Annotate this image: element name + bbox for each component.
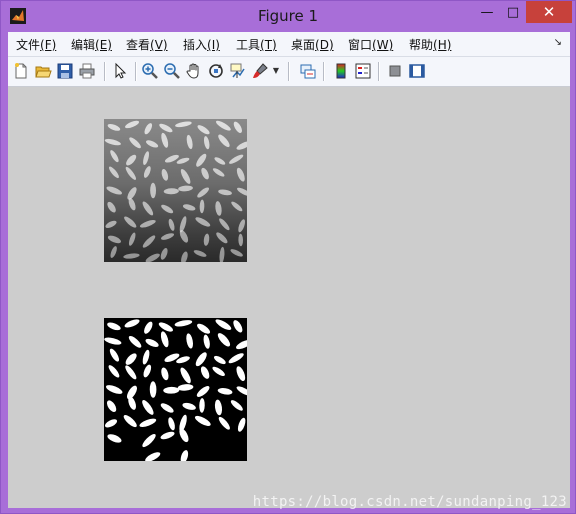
pan-hand-icon[interactable] <box>185 62 203 80</box>
data-cursor-icon[interactable] <box>229 62 247 80</box>
figure-canvas <box>8 87 570 508</box>
rotate-3d-icon[interactable] <box>207 62 225 80</box>
toolbar: ▼ <box>8 57 570 87</box>
menu-help[interactable]: 帮助(H) <box>409 36 451 53</box>
save-icon[interactable] <box>56 62 74 80</box>
toolbar-separator <box>135 62 137 81</box>
zoom-in-icon[interactable] <box>141 62 159 80</box>
menu-window[interactable]: 窗口(W) <box>348 36 393 53</box>
colorbar-icon[interactable] <box>332 62 350 80</box>
menu-insert[interactable]: 插入(I) <box>183 36 220 53</box>
show-plot-tools-icon[interactable] <box>408 62 426 80</box>
new-figure-icon[interactable] <box>12 62 30 80</box>
binary-rice-image[interactable] <box>104 318 252 464</box>
menu-desktop[interactable]: 桌面(D) <box>291 36 334 53</box>
select-pointer-icon[interactable] <box>111 62 129 80</box>
watermark-text: https://blog.csdn.net/sundanping_123 <box>252 494 567 510</box>
toolbar-separator <box>104 62 106 81</box>
open-file-icon[interactable] <box>34 62 52 80</box>
legend-icon[interactable] <box>354 62 372 80</box>
menu-view[interactable]: 查看(V) <box>126 36 168 53</box>
toolbar-separator <box>378 62 380 81</box>
hide-plot-tools-icon[interactable] <box>386 62 404 80</box>
maximize-button[interactable]: □ <box>501 1 525 23</box>
toolbar-separator <box>323 62 325 81</box>
title-bar[interactable]: Figure 1 — □ ✕ <box>1 1 575 31</box>
dock-arrow-icon[interactable]: ↘ <box>554 37 562 48</box>
zoom-out-icon[interactable] <box>163 62 181 80</box>
print-icon[interactable] <box>78 62 96 80</box>
close-button[interactable]: ✕ <box>526 1 572 23</box>
figure-window: Figure 1 — □ ✕ 文件(F) 编辑(E) 查看(V) 插入(I) 工… <box>0 0 576 514</box>
toolbar-separator <box>288 62 290 81</box>
menu-tools[interactable]: 工具(T) <box>236 36 277 53</box>
minimize-button[interactable]: — <box>475 1 499 23</box>
menu-file[interactable]: 文件(F) <box>16 36 56 53</box>
brush-icon[interactable] <box>251 62 269 80</box>
grayscale-rice-image[interactable] <box>104 119 251 264</box>
menu-bar: 文件(F) 编辑(E) 查看(V) 插入(I) 工具(T) 桌面(D) 窗口(W… <box>8 32 570 57</box>
link-plot-icon[interactable] <box>299 62 317 80</box>
menu-edit[interactable]: 编辑(E) <box>71 36 112 53</box>
brush-dropdown-icon[interactable]: ▼ <box>271 62 281 80</box>
